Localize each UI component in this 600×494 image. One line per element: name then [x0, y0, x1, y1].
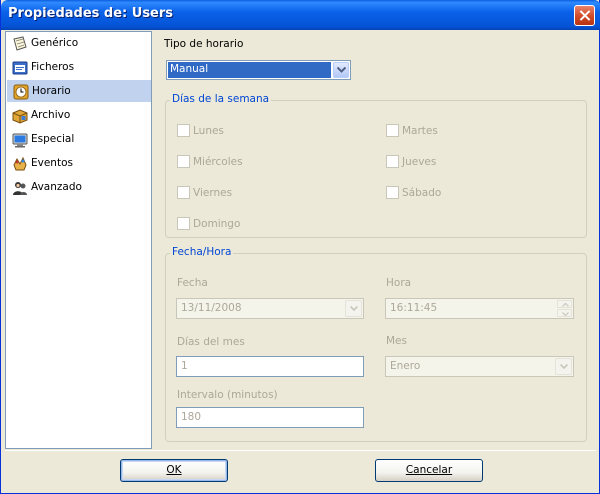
checkbox-miercoles-label: Miércoles [193, 156, 243, 168]
ok-button-label: OK [166, 464, 182, 476]
month-days-input[interactable]: 1 [176, 356, 364, 377]
spinner-buttons[interactable] [557, 300, 572, 317]
time-value: 16:11:45 [390, 302, 438, 314]
interval-value: 180 [181, 411, 202, 423]
month-days-label: Días del mes [177, 336, 245, 348]
checkbox-jueves-label: Jueves [402, 156, 437, 168]
nav-label: Avanzado [31, 181, 82, 193]
chevron-down-icon[interactable] [333, 62, 349, 78]
nav-label: Eventos [31, 157, 73, 169]
nav-item-archivo[interactable]: Archivo [7, 105, 151, 127]
month-days-value: 1 [181, 360, 188, 372]
ok-button[interactable]: OK [120, 459, 228, 482]
nav-item-avanzado[interactable]: Avanzado [7, 177, 151, 199]
window-title: Propiedades de: Users [8, 6, 174, 21]
checkbox-martes-label: Martes [402, 125, 438, 137]
month-select[interactable]: Enero [385, 356, 574, 377]
cancel-button-label: Cancelar [405, 464, 453, 476]
nav-label: Ficheros [31, 61, 75, 73]
checkbox-lunes-label: Lunes [193, 125, 224, 137]
month-label: Mes [386, 335, 407, 347]
nav-item-especial[interactable]: Especial [7, 129, 151, 151]
events-icon [13, 156, 27, 171]
archive-icon [12, 109, 28, 124]
nav-label: Especial [31, 133, 75, 145]
category-list: Genérico Ficheros Horario Archivo Especi… [5, 31, 152, 449]
date-value: 13/11/2008 [181, 302, 242, 314]
checkbox-viernes-label: Viernes [193, 187, 233, 199]
datetime-group-title: Fecha/Hora [170, 246, 234, 258]
checkbox-viernes[interactable] [177, 186, 190, 199]
checkbox-sabado-label: Sábado [402, 187, 442, 199]
nav-label: Genérico [31, 37, 79, 49]
date-label: Fecha [177, 277, 208, 289]
time-spinner[interactable]: 16:11:45 [385, 298, 574, 319]
chevron-down-icon[interactable] [345, 300, 362, 317]
files-icon [12, 61, 28, 75]
generic-document-icon [13, 36, 27, 51]
checkbox-jueves[interactable] [386, 155, 399, 168]
schedule-type-label: Tipo de horario [164, 38, 244, 50]
nav-label: Archivo [31, 109, 71, 121]
spin-up-icon[interactable] [557, 300, 572, 308]
nav-item-generico[interactable]: Genérico [7, 33, 151, 55]
time-label: Hora [386, 277, 412, 289]
chevron-down-icon[interactable] [555, 358, 572, 375]
properties-dialog: Propiedades de: Users Genérico Ficheros [0, 0, 600, 494]
interval-input[interactable]: 180 [176, 407, 364, 428]
spin-down-icon[interactable] [557, 309, 572, 317]
title-bar[interactable]: Propiedades de: Users [1, 0, 600, 30]
close-button[interactable] [574, 5, 595, 26]
month-value: Enero [390, 360, 421, 372]
checkbox-martes[interactable] [386, 124, 399, 137]
schedule-type-value: Manual [168, 62, 331, 78]
cancel-button[interactable]: Cancelar [375, 459, 483, 482]
monitor-icon [12, 133, 28, 148]
users-icon [13, 182, 27, 195]
schedule-type-select[interactable]: Manual [166, 60, 351, 80]
interval-label: Intervalo (minutos) [177, 389, 278, 401]
nav-item-eventos[interactable]: Eventos [7, 153, 151, 175]
checkbox-domingo[interactable] [177, 217, 190, 230]
nav-item-ficheros[interactable]: Ficheros [7, 57, 151, 79]
checkbox-miercoles[interactable] [177, 155, 190, 168]
footer-divider [5, 450, 596, 451]
checkbox-lunes[interactable] [177, 124, 190, 137]
date-picker[interactable]: 13/11/2008 [176, 298, 364, 319]
nav-item-horario[interactable]: Horario [7, 80, 151, 102]
checkbox-domingo-label: Domingo [193, 218, 241, 230]
weekdays-group-title: Días de la semana [170, 93, 272, 105]
checkbox-sabado[interactable] [386, 186, 399, 199]
clock-icon [13, 84, 29, 100]
nav-label: Horario [32, 85, 71, 97]
